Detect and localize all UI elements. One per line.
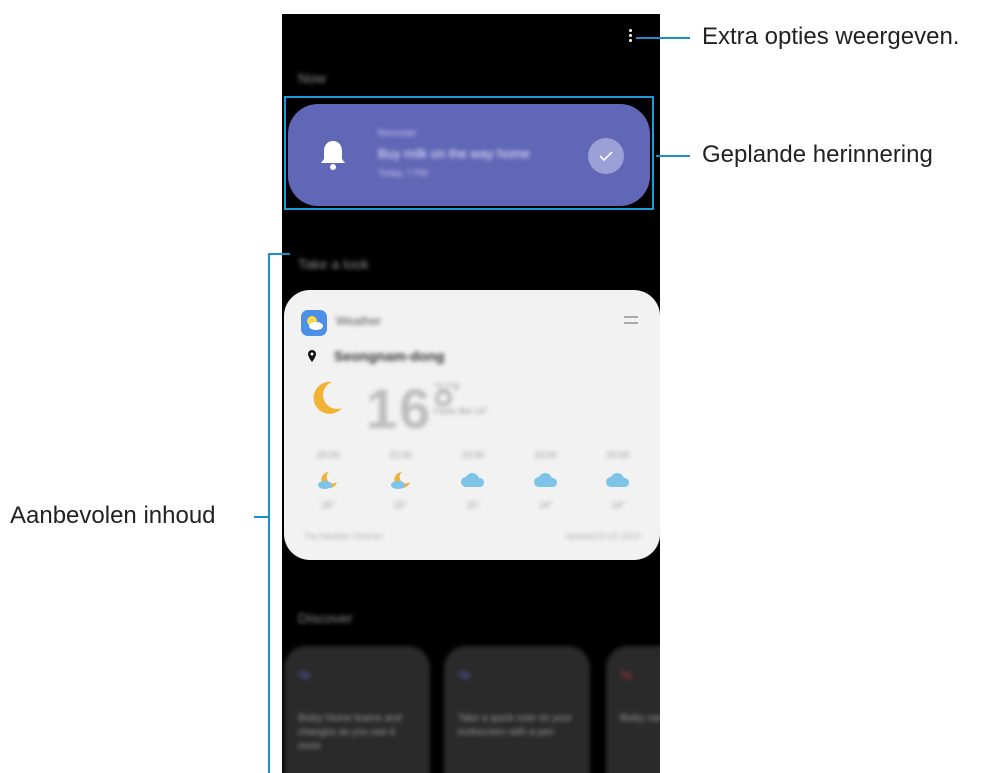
weather-app-icon (301, 310, 327, 336)
cloud-icon (533, 473, 557, 487)
forecast-item: 20:00 16° (316, 450, 340, 510)
recommended-content-callout: Aanbevolen inhoud (10, 502, 216, 529)
temperature-unit: °C/°F (434, 382, 461, 394)
forecast-item: 22:00 15° (461, 450, 485, 510)
check-icon (599, 151, 613, 162)
discover-card[interactable]: Tip Bixby Home learns and changes as you… (284, 646, 430, 773)
hourly-forecast: 20:00 16° 21:00 15° 22:00 15° 23:00 14° … (298, 450, 648, 510)
recommended-content-bracket-top (268, 253, 290, 255)
discover-text: Take a quick note on your lockscreen wit… (458, 713, 572, 738)
discover-card[interactable]: Tip Bixby can suggest more (606, 646, 660, 773)
bell-icon (321, 141, 345, 170)
section-take-a-look-label: Take a look (298, 256, 369, 272)
section-now-label: Now (298, 70, 327, 86)
reminder-card[interactable]: Reminder Buy milk on the way home Today,… (288, 104, 650, 206)
section-discover-label: Discover (298, 610, 353, 626)
more-options-callout: Extra opties weergeven. (702, 23, 960, 50)
recommended-content-bracket-line (268, 253, 270, 773)
moon-cloud-icon (390, 472, 410, 489)
discover-card[interactable]: Tip Take a quick note on your lockscreen… (444, 646, 590, 773)
more-options-callout-line (636, 37, 690, 39)
weather-app-name: Weather (336, 314, 382, 328)
scheduled-reminder-callout-line (656, 155, 690, 157)
discover-tag: Tip (458, 670, 471, 680)
reminder-text: Buy milk on the way home (378, 146, 530, 161)
weather-source: The Weather Channel (304, 532, 383, 541)
weather-updated: Updated 20:10 10/10 (565, 532, 640, 541)
complete-reminder-button[interactable] (588, 138, 624, 174)
cloud-icon (606, 473, 630, 487)
more-options-icon[interactable] (628, 29, 634, 45)
weather-card[interactable]: Weather Seongnam-dong 16° °C/°F Feels li… (284, 290, 660, 560)
weather-location: Seongnam-dong (334, 348, 445, 364)
forecast-item: 21:00 15° (389, 450, 412, 510)
discover-text: Bixby Home learns and changes as you use… (298, 713, 402, 752)
feels-like: Feels like 14° (434, 406, 489, 416)
forecast-item: 23:00 14° (533, 450, 557, 510)
recommended-content-callout-line (254, 516, 268, 518)
drag-handle-icon[interactable] (624, 316, 638, 328)
location-pin-icon (308, 350, 316, 362)
reminder-time: Today, 7 PM (378, 168, 428, 178)
reminder-label: Reminder (378, 128, 418, 138)
bixby-home-screen: Now Reminder Buy milk on the way home To… (282, 14, 660, 773)
moon-cloud-icon (318, 472, 337, 489)
scheduled-reminder-callout: Geplande herinnering (702, 141, 933, 168)
cloud-icon (461, 473, 485, 487)
moon-icon (313, 381, 342, 414)
forecast-item: 00:00 14° (606, 450, 630, 510)
discover-tag: Tip (298, 670, 311, 680)
discover-tag: Tip (620, 670, 633, 680)
discover-text: Bixby can suggest more (620, 713, 660, 724)
